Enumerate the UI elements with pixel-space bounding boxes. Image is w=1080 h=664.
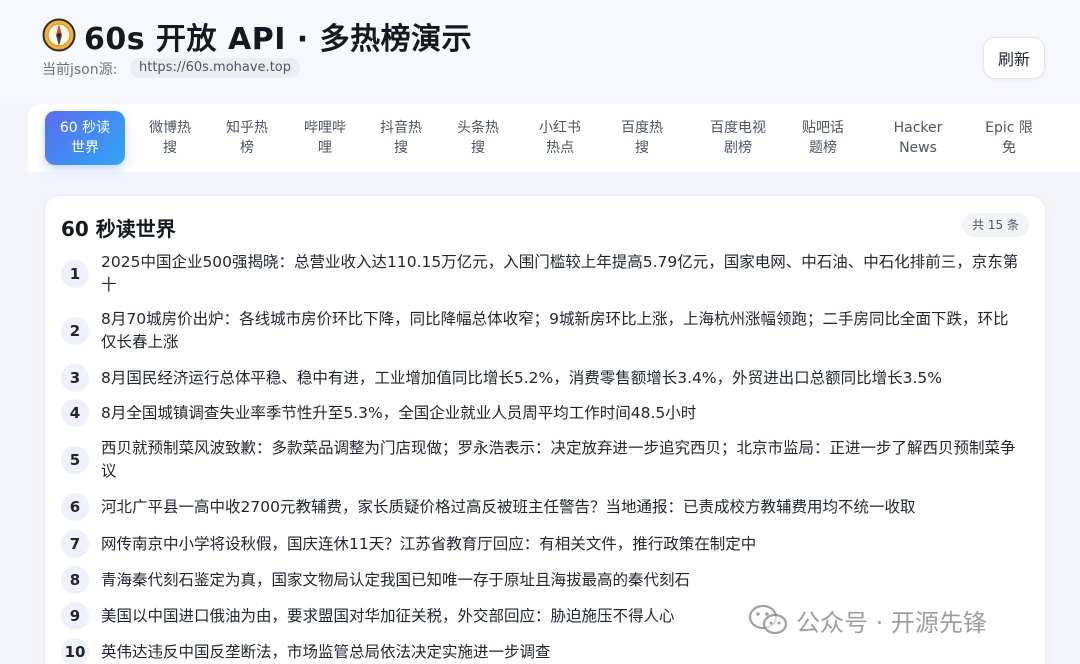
tab-weibo[interactable]: 微博热搜 [130,111,210,165]
list-item[interactable]: 6 河北广平县一高中收2700元教辅费，家长质疑价格过高反被班主任警告？当地通报… [61,493,1021,523]
list-item[interactable]: 10 英伟达违反中国反垄断法，市场监管总局依法决定实施进一步调查 [61,638,1021,664]
page-title: 60s 开放 API · 多热榜演示 [84,22,473,57]
tab-epic[interactable]: Epic 限免 [969,111,1049,165]
page-header: 60s 开放 API · 多热榜演示 当前json源: https://60s.… [0,0,1080,100]
list-item[interactable]: 4 8月全国城镇调查失业率季节性升至5.3%，全国企业就业人员周平均工作时间48… [61,399,1021,429]
tab-baidu-tv[interactable]: 百度电视 剧榜 [690,111,786,165]
source-url[interactable]: https://60s.mohave.top [130,58,300,78]
tab-xiaohongshu[interactable]: 小红书 热点 [520,111,600,165]
item-number: 5 [61,446,89,474]
item-number: 3 [61,364,89,392]
tab-60s[interactable]: 60 秒读 世界 [45,111,125,165]
item-text: 2025中国企业500强揭晓：总营业收入达110.15万亿元，入围门槛较上年提高… [101,253,1019,294]
list-item[interactable]: 2 8月70城房价出炉：各线城市房价环比下降，同比降幅总体收窄；9城新房环比上涨… [61,307,1021,355]
watermark: 公众号 · 开源先锋 [748,600,987,640]
item-text: 河北广平县一高中收2700元教辅费，家长质疑价格过高反被班主任警告？当地通报：已… [101,498,916,516]
list-item[interactable]: 7 网传南京中小学将设秋假，国庆连休11天？江苏省教育厅回应：有相关文件，推行政… [61,530,1021,560]
list-item[interactable]: 8 青海秦代刻石鉴定为真，国家文物局认定我国已知唯一存于原址且海拔最高的秦代刻石 [61,566,1021,596]
item-number: 9 [61,602,89,630]
item-text: 青海秦代刻石鉴定为真，国家文物局认定我国已知唯一存于原址且海拔最高的秦代刻石 [101,571,691,589]
tab-bilibili[interactable]: 哔哩哔哩 [285,111,365,165]
item-number: 6 [61,493,89,521]
source-label: 当前json源: [42,62,118,78]
tab-bar: 60 秒读 世界 微博热搜 知乎热榜 哔哩哔哩 抖音热搜 头条热搜 小红书 热点 百… [28,104,1080,172]
list-item[interactable]: 1 2025中国企业500强揭晓：总营业收入达110.15万亿元，入围门槛较上年… [61,250,1021,298]
tab-zhihu[interactable]: 知乎热榜 [207,111,287,165]
item-text: 8月全国城镇调查失业率季节性升至5.3%，全国企业就业人员周平均工作时间48.5… [101,404,697,422]
watermark-text: 公众号 · 开源先锋 [796,608,987,637]
tab-hacker-news[interactable]: Hacker News [878,111,958,165]
item-text: 8月70城房价出炉：各线城市房价环比下降，同比降幅总体收窄；9城新房环比上涨，上… [101,310,1009,351]
item-number: 4 [61,399,89,427]
refresh-button[interactable]: 刷新 [983,37,1045,79]
list-item[interactable]: 5 西贝就预制菜风波致歉：多款菜品调整为门店现做；罗永浩表示：决定放弃进一步追究… [61,436,1021,484]
item-text: 英伟达违反中国反垄断法，市场监管总局依法决定实施进一步调查 [101,643,551,661]
wechat-icon [748,604,788,635]
news-card: 60 秒读世界 共 15 条 1 2025中国企业500强揭晓：总营业收入达11… [44,195,1046,664]
item-text: 西贝就预制菜风波致歉：多款菜品调整为门店现做；罗永浩表示：决定放弃进一步追究西贝… [101,439,1016,480]
list-item[interactable]: 3 8月国民经济运行总体平稳、稳中有进，工业增加值同比增长5.2%，消费零售额增… [61,364,1021,394]
count-badge: 共 15 条 [962,213,1029,237]
item-text: 8月国民经济运行总体平稳、稳中有进，工业增加值同比增长5.2%，消费零售额增长3… [101,369,942,387]
item-number: 7 [61,530,89,558]
card-title: 60 秒读世界 [61,217,176,241]
item-number: 1 [61,260,89,288]
compass-icon [42,18,76,52]
item-text: 网传南京中小学将设秋假，国庆连休11天？江苏省教育厅回应：有相关文件，推行政策在… [101,535,757,553]
item-number: 10 [61,638,89,664]
tab-douyin[interactable]: 抖音热搜 [361,111,441,165]
tab-baidu[interactable]: 百度热搜 [602,111,682,165]
tab-tieba[interactable]: 贴吧话 题榜 [783,111,863,165]
item-number: 8 [61,566,89,594]
item-number: 2 [61,317,89,345]
tab-toutiao[interactable]: 头条热搜 [438,111,518,165]
